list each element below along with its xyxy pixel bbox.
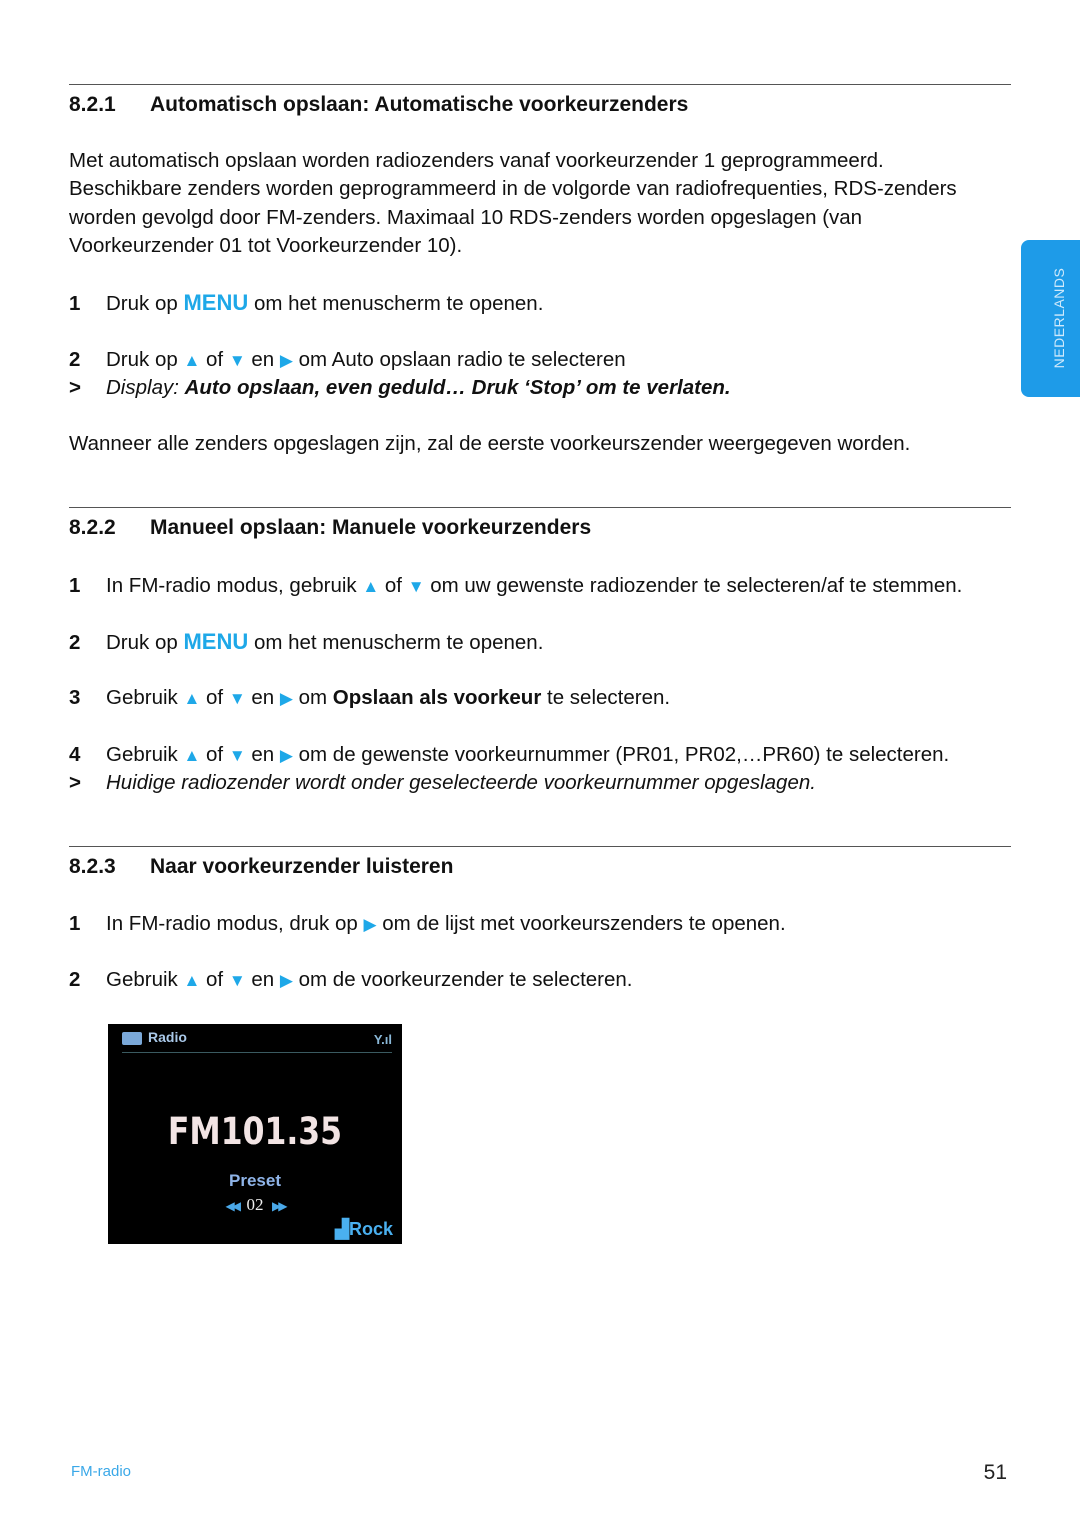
divider [69,84,1011,85]
step-number: 4 [69,743,81,766]
step-text: om uw gewenste radiozender te selecteren… [424,574,963,597]
step-text: en [245,348,280,371]
step-text: te selecteren. [541,686,671,709]
step-text: of [200,686,229,709]
arrow-down-icon: ▼ [407,577,425,596]
step-text: Gebruik [106,968,184,991]
step-text: Gebruik [106,686,184,709]
arrow-down-icon: ▼ [228,351,246,370]
arrow-right-icon: ▶ [363,915,377,934]
radio-display-screenshot: Radio Y.ıl FM101.35 Preset ◀◀ 02 ▶▶ ▟Roc… [108,1024,402,1244]
section-heading: 8.2.3 Naar voorkeurzender luisteren [69,855,454,878]
radio-icon [122,1032,142,1045]
step-text: om [292,686,333,709]
frequency: FM101.35 [167,1110,343,1153]
step-text: of [200,968,229,991]
step-text: Opslaan als voorkeur [332,686,542,709]
step: 1 In FM-radio modus, druk op ▶ om de lijs… [69,910,786,939]
arrow-right-icon: ▶ [279,689,293,708]
step-text: om de lijst met voorkeurszenders te open… [376,912,786,935]
step-text: Huidige radiozender wordt onder geselect… [106,771,816,794]
preset-number-row: ◀◀ 02 ▶▶ [225,1195,288,1214]
preset-label: Preset [229,1171,281,1190]
menu-key: MENU [183,629,249,654]
step-text: om het menuscherm te openen. [248,292,544,315]
step-number: 1 [69,292,81,315]
step: 2 Druk op MENU om het menuscherm te opene… [69,628,543,657]
step-text: om Auto opslaan radio te selecteren [292,348,626,371]
step-text: of [200,348,229,371]
intro-paragraph: Met automatisch opslaan worden radiozend… [69,149,957,258]
step-text: Auto opslaan, even geduld… Druk ‘Stop’ o… [184,376,731,399]
arrow-right-icon: ▶ [279,351,293,370]
step-text: Druk op [106,348,184,371]
next-icon: ▶▶ [272,1199,288,1213]
arrow-down-icon: ▼ [228,746,246,765]
step: 1 Druk op MENU om het menuscherm te opene… [69,289,543,318]
step: 2 Gebruik ▲ of ▼ en ▶ om de voorkeurzende… [69,966,633,995]
step-number: 2 [69,968,81,991]
step: 2 Druk op ▲ of ▼ en ▶ om Auto opslaan rad… [69,346,626,375]
step-number: 1 [69,574,81,597]
step-text: om het menuscherm te openen. [248,631,544,654]
step-text: of [379,574,408,597]
step-number: > [69,771,81,794]
arrow-right-icon: ▶ [279,746,293,765]
step-text: en [245,686,280,709]
step-number: 3 [69,686,81,709]
section-heading: 8.2.2 Manueel opslaan: Manuele voorkeurze… [69,516,592,539]
menu-key: MENU [183,290,249,315]
footer-section: FM-radio [71,1463,132,1480]
page-number: 51 [983,1461,1007,1484]
language-tab: NEDERLANDS [1021,240,1080,397]
arrow-down-icon: ▼ [228,689,246,708]
thumb-icon: ▟ [335,1219,349,1239]
arrow-up-icon: ▲ [362,577,380,596]
arrow-up-icon: ▲ [183,351,201,370]
step-text: Display: [106,376,185,399]
step-text: en [245,743,280,766]
screen-header: Radio Y.ıl [122,1028,392,1053]
step-text: of [200,743,229,766]
step-number: 2 [69,631,81,654]
arrow-right-icon: ▶ [279,971,293,990]
arrow-up-icon: ▲ [183,689,201,708]
result-line: > Huidige radiozender wordt onder geselec… [69,769,816,797]
step-text: Druk op [106,292,184,315]
step-text: In FM-radio modus, druk op [106,912,364,935]
arrow-up-icon: ▲ [183,971,201,990]
step-text: om de gewenste voorkeurnummer (PR01, PR0… [292,743,950,766]
step: 3 Gebruik ▲ of ▼ en ▶ om Opslaan als voor… [69,684,670,713]
genre: ▟Rock [335,1219,393,1239]
step-text: In FM-radio modus, gebruik [106,574,363,597]
step: 4 Gebruik ▲ of ▼ en ▶ om de gewenste voor… [69,741,949,770]
arrow-down-icon: ▼ [228,971,246,990]
section-heading: 8.2.1 Automatisch opslaan: Automatische v… [69,93,689,116]
divider [69,507,1011,508]
step-text: Druk op [106,631,184,654]
signal-icon: Y.ıl [373,1032,392,1047]
step: 1 In FM-radio modus, gebruik ▲ of ▼ om uw… [69,572,962,601]
step-text: Gebruik [106,743,184,766]
divider [69,846,1011,847]
step-number: 1 [69,912,81,935]
previous-icon: ◀◀ [225,1199,242,1213]
result-line: > Display: Auto opslaan, even geduld… Dru… [69,374,731,402]
step-number: > [69,376,81,399]
arrow-up-icon: ▲ [183,746,201,765]
step-number: 2 [69,348,81,371]
step-text: om de voorkeurzender te selecteren. [292,968,633,991]
closing-paragraph: Wanneer alle zenders opgeslagen zijn, za… [69,432,911,455]
step-text: en [245,968,280,991]
